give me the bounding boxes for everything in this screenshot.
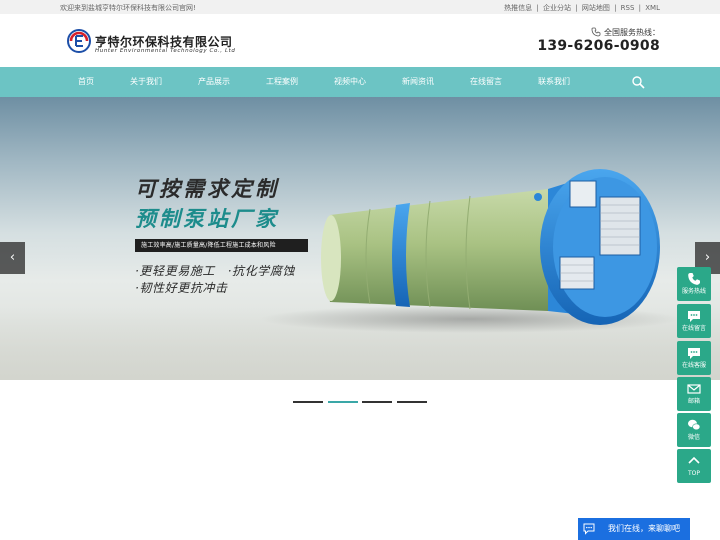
page: 欢迎来到盐城亨特尔环保科技有限公司官网! 热推信息 | 企业分站 | 网站地图 … <box>0 0 720 540</box>
float-hotline-button[interactable]: 服务热线 <box>677 267 711 301</box>
message-icon <box>688 311 700 322</box>
float-wechat-label: 微信 <box>687 434 700 441</box>
hotline-label: 全国服务热线： <box>591 27 660 38</box>
slider-prev-button[interactable]: ‹ <box>0 242 25 274</box>
slider-dot-2[interactable] <box>328 401 358 403</box>
hotline-number[interactable]: 139-6206-0908 <box>537 38 660 54</box>
top-link-sitemap[interactable]: 网站地图 <box>582 4 610 12</box>
mail-icon <box>687 384 701 394</box>
wechat-icon <box>688 419 701 431</box>
float-hotline-label: 服务热线 <box>681 288 706 295</box>
top-link-xml[interactable]: XML <box>645 4 660 12</box>
slider-dot-3[interactable] <box>362 401 392 403</box>
top-link-branch[interactable]: 企业分站 <box>543 4 571 12</box>
nav-item-home[interactable]: 首页 <box>59 67 113 97</box>
main-nav: 首页 关于我们 产品展示 工程案例 视频中心 新闻资讯 在线留言 联系我们 <box>0 67 720 97</box>
phone-icon <box>591 27 601 37</box>
float-message-button[interactable]: 在线留言 <box>677 304 711 338</box>
banner-bullet-2: ·韧性好更抗冲击 <box>135 281 228 295</box>
top-link-hot-info[interactable]: 热推信息 <box>504 4 532 12</box>
separator: | <box>638 4 642 12</box>
nav-item-contact[interactable]: 联系我们 <box>527 67 581 97</box>
banner-subheadline: 预制泵站厂家 <box>135 207 279 231</box>
nav-item-videos[interactable]: 视频中心 <box>323 67 377 97</box>
welcome-text: 欢迎来到盐城亨特尔环保科技有限公司官网! <box>60 4 196 12</box>
nav-item-news[interactable]: 新闻资讯 <box>391 67 445 97</box>
pump-station-illustration <box>260 169 680 333</box>
top-bar: 欢迎来到盐城亨特尔环保科技有限公司官网! 热推信息 | 企业分站 | 网站地图 … <box>0 0 720 14</box>
top-links: 热推信息 | 企业分站 | 网站地图 | RSS | XML <box>504 3 660 13</box>
search-icon[interactable] <box>631 75 645 89</box>
hotline-label-text: 全国服务热线： <box>604 28 660 37</box>
banner-headline: 可按需求定制 <box>135 177 279 201</box>
online-chat-bar[interactable]: 我们在线，来聊聊吧 <box>578 518 690 540</box>
nav-item-cases[interactable]: 工程案例 <box>255 67 309 97</box>
arrow-up-icon <box>688 456 700 464</box>
float-top-button[interactable]: TOP <box>677 449 711 483</box>
nav-item-about[interactable]: 关于我们 <box>119 67 173 97</box>
banner-bullet-1: ·更轻更易施工 ·抗化学腐蚀 <box>135 264 296 278</box>
slider-dot-4[interactable] <box>397 401 427 403</box>
float-message-label: 在线留言 <box>681 325 706 332</box>
float-mail-button[interactable]: 邮箱 <box>677 377 711 411</box>
float-top-label: TOP <box>687 470 700 477</box>
float-wechat-button[interactable]: 微信 <box>677 413 711 447</box>
header: 亨特尔环保科技有限公司 Hunter Environmental Technol… <box>0 14 720 67</box>
company-logo[interactable] <box>67 29 91 53</box>
chat-icon <box>688 348 700 359</box>
phone-icon <box>688 273 700 285</box>
separator: | <box>575 4 578 12</box>
float-service-label: 在线客服 <box>681 362 706 369</box>
banner-tagline: 施工效率高/施工质量高/降低工程施工成本和风险 <box>135 239 308 252</box>
chat-bubble-icon <box>583 523 595 535</box>
company-name-en: Hunter Environmental Technology Co., Ltd <box>95 48 236 54</box>
separator: | <box>614 4 617 12</box>
float-mail-label: 邮箱 <box>687 398 700 405</box>
slider-dot-1[interactable] <box>293 401 323 403</box>
separator: | <box>536 4 539 12</box>
nav-item-products[interactable]: 产品展示 <box>187 67 241 97</box>
float-service-button[interactable]: 在线客服 <box>677 341 711 375</box>
hero-banner[interactable]: 可按需求定制 预制泵站厂家 施工效率高/施工质量高/降低工程施工成本和风险 ·更… <box>0 97 720 380</box>
top-link-rss[interactable]: RSS <box>621 4 635 12</box>
chat-bar-text: 我们在线，来聊聊吧 <box>608 524 680 533</box>
nav-item-message[interactable]: 在线留言 <box>459 67 513 97</box>
